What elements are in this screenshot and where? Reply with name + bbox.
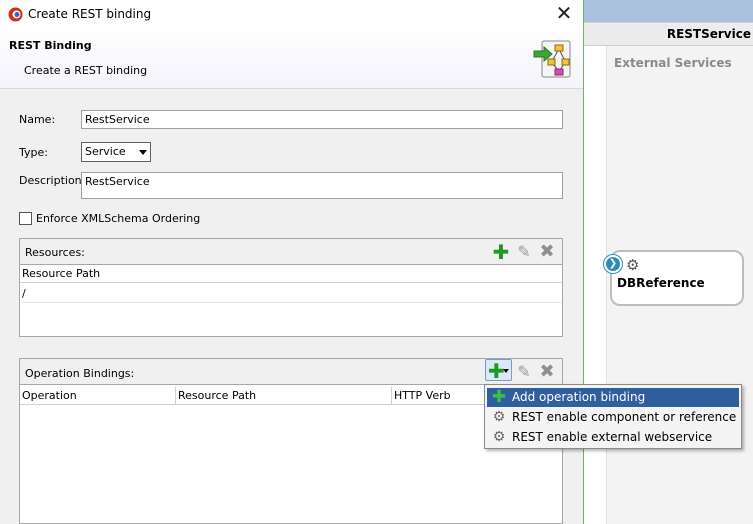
gear-icon: ⚙ <box>492 409 506 425</box>
rest-binding-icon <box>533 40 571 78</box>
menu-item-label: REST enable external webservice <box>512 430 713 444</box>
title-bar: Create REST binding ✕ <box>0 0 583 29</box>
menu-item-rest-enable-external[interactable]: ⚙ REST enable external webservice <box>487 428 739 447</box>
header-banner: REST Binding Create a REST binding <box>0 29 583 89</box>
resources-header: Resources: ✚ ✎ ✖ <box>20 239 562 265</box>
table-row[interactable]: / <box>22 287 562 303</box>
operation-bindings-panel: Operation Bindings: ✎ ✖ Operation Resour… <box>19 358 563 524</box>
resource-path-column[interactable]: Resource Path <box>20 265 562 283</box>
add-resource-icon[interactable]: ✚ <box>491 242 511 262</box>
add-operation-menu: ✚ Add operation binding ⚙ REST enable co… <box>484 384 742 449</box>
type-select[interactable]: Service <box>81 142 151 162</box>
menu-item-add-operation-binding[interactable]: ✚ Add operation binding <box>487 388 739 407</box>
reference-arrow-icon[interactable]: ❯ <box>604 255 622 273</box>
type-select-value: Service <box>85 145 126 158</box>
delete-icon[interactable]: ✖ <box>537 242 557 262</box>
gear-globe-icon: ⚙ <box>492 429 506 445</box>
operation-column[interactable]: Operation <box>20 387 176 405</box>
close-button[interactable]: ✕ <box>551 2 577 26</box>
menu-item-label: REST enable component or reference <box>512 410 737 424</box>
edit-pencil-icon[interactable]: ✎ <box>514 242 534 262</box>
chevron-down-icon <box>139 150 147 155</box>
add-operation-dropdown-button[interactable]: ✚ <box>485 359 512 383</box>
operation-bindings-title: Operation Bindings: <box>25 367 135 380</box>
resource-path-cell: / <box>22 287 26 300</box>
edit-pencil-icon[interactable]: ✎ <box>514 362 534 382</box>
composite-title: RESTService <box>666 27 751 41</box>
composite-header: RESTService <box>583 22 753 46</box>
resources-title: Resources: <box>25 246 85 259</box>
description-label: Description: <box>19 174 86 187</box>
delete-icon[interactable]: ✖ <box>537 362 557 382</box>
enforce-ordering-label: Enforce XMLSchema Ordering <box>36 212 201 225</box>
name-label: Name: <box>19 113 56 126</box>
db-reference-node[interactable]: ❯ ⚙ DBReference <box>604 250 744 306</box>
resource-path-column[interactable]: Resource Path <box>176 387 392 405</box>
type-label: Type: <box>19 146 48 159</box>
menu-item-rest-enable-component[interactable]: ⚙ REST enable component or reference <box>487 408 739 427</box>
oracle-app-icon <box>8 7 23 22</box>
operation-bindings-header: Operation Bindings: ✎ ✖ <box>20 359 562 385</box>
menu-item-label: Add operation binding <box>512 390 646 404</box>
reference-label: DBReference <box>617 276 705 290</box>
banner-title: REST Binding <box>9 39 92 52</box>
gear-icon: ⚙ <box>626 256 640 274</box>
description-field[interactable]: RestService <box>81 172 563 199</box>
lane-title: External Services <box>614 56 732 70</box>
chevron-down-icon <box>503 369 509 373</box>
enforce-ordering-checkbox[interactable] <box>19 212 32 225</box>
name-field[interactable]: RestService <box>81 110 563 129</box>
window-title: Create REST binding <box>28 7 152 21</box>
banner-subtitle: Create a REST binding <box>24 64 148 77</box>
resources-panel: Resources: ✚ ✎ ✖ Resource Path / <box>19 238 563 337</box>
editor-top-strip <box>583 0 753 22</box>
plus-icon: ✚ <box>491 387 507 407</box>
